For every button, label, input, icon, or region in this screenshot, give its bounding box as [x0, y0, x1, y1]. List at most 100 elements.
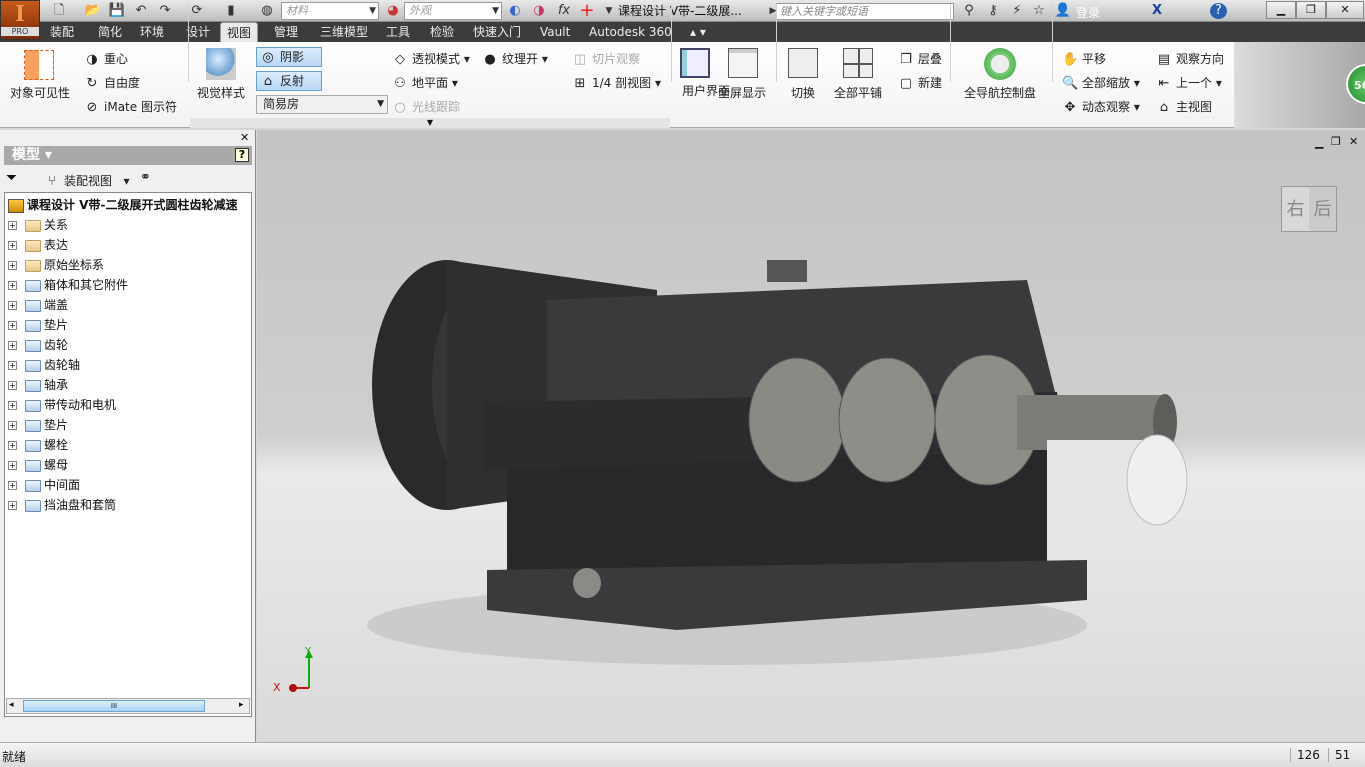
- redo-icon[interactable]: ↷: [156, 3, 174, 19]
- imate-glyph-button[interactable]: ⊘ iMate 图示符: [84, 98, 177, 116]
- tab-11[interactable]: Autodesk 360: [583, 22, 678, 42]
- close-button[interactable]: ✕: [1326, 1, 1364, 19]
- expand-icon[interactable]: +: [8, 261, 17, 270]
- expand-icon[interactable]: +: [8, 361, 17, 370]
- tree-item[interactable]: + 轴承: [8, 375, 68, 395]
- expand-icon[interactable]: +: [8, 461, 17, 470]
- help-search-input[interactable]: 键入关键字或短语: [776, 3, 954, 20]
- tab-4[interactable]: 视图: [220, 22, 259, 42]
- ribbon-minimize-toggle[interactable]: ▴ ▾: [684, 22, 712, 42]
- panel-expand-arrow[interactable]: ▼: [190, 118, 670, 128]
- tab-6[interactable]: 三维模型: [314, 22, 374, 42]
- zoom-all-button[interactable]: 🔍 全部缩放 ▾: [1062, 74, 1140, 92]
- tree-item[interactable]: + 挡油盘和套筒: [8, 495, 116, 515]
- tree-item[interactable]: + 齿轮: [8, 335, 68, 355]
- browser-header[interactable]: 模型 ▾?: [4, 146, 252, 165]
- look-at-button[interactable]: ▤ 观察方向: [1156, 50, 1224, 68]
- expand-icon[interactable]: +: [8, 281, 17, 290]
- shadows-toggle[interactable]: ◎ 阴影: [256, 47, 322, 67]
- adjust-appearance-icon[interactable]: ◐: [506, 3, 524, 19]
- new-window-button[interactable]: ▢ 新建: [898, 74, 942, 92]
- view-selector-dropdown[interactable]: ⑂ 装配视图 ▾: [44, 172, 129, 190]
- find-binoculars-icon[interactable]: ⚭: [140, 170, 151, 185]
- plus-icon[interactable]: +: [578, 2, 596, 20]
- scroll-thumb[interactable]: III: [23, 700, 205, 712]
- tab-1[interactable]: 简化: [92, 22, 128, 42]
- tree-item[interactable]: + 螺栓: [8, 435, 68, 455]
- ground-plane-button[interactable]: ⚇ 地平面 ▾: [392, 74, 458, 92]
- tree-item[interactable]: + 螺母: [8, 455, 68, 475]
- clear-appearance-icon[interactable]: ◑: [530, 3, 548, 19]
- object-visibility-button[interactable]: 对象可见性: [10, 84, 70, 101]
- new-file-icon[interactable]: 🗋: [50, 3, 68, 19]
- previous-view-button[interactable]: ⇤ 上一个 ▾: [1156, 74, 1222, 92]
- satellite-icon[interactable]: ⚡: [1008, 3, 1026, 19]
- tab-7[interactable]: 工具: [380, 22, 416, 42]
- binoculars-icon[interactable]: ⚲: [960, 3, 978, 19]
- filter-icon[interactable]: ⏷: [6, 170, 17, 186]
- appearance-combo[interactable]: 外观 ▼: [404, 2, 502, 20]
- viewcube[interactable]: 右后: [1281, 186, 1337, 232]
- visual-style-button[interactable]: 视觉样式: [197, 84, 245, 101]
- fullscreen-button[interactable]: 全屏显示: [718, 84, 766, 101]
- switch-window-button[interactable]: 切换: [791, 84, 815, 101]
- undo-icon[interactable]: ↶: [132, 3, 150, 19]
- expand-icon[interactable]: +: [8, 501, 17, 510]
- tree-item[interactable]: + 垫片: [8, 415, 68, 435]
- tab-5[interactable]: 管理: [268, 22, 304, 42]
- user-icon[interactable]: 👤: [1054, 3, 1072, 19]
- viewcube-back-face[interactable]: 后: [1314, 187, 1332, 231]
- horizontal-scrollbar[interactable]: ◂ III ▸: [6, 698, 250, 714]
- restore-button[interactable]: ❐: [1296, 1, 1326, 19]
- environment-select[interactable]: 简易房 ▼: [256, 95, 388, 114]
- exchange-x-icon[interactable]: X: [1148, 3, 1166, 19]
- texture-button[interactable]: ● 纹理开 ▾: [482, 50, 548, 68]
- application-menu-button[interactable]: I PRO: [0, 0, 40, 40]
- viewport-minimize-button[interactable]: ▁: [1315, 136, 1323, 149]
- viewport-close-button[interactable]: ✕: [1349, 135, 1358, 148]
- cascade-button[interactable]: ❐ 层叠: [898, 50, 942, 68]
- tree-item[interactable]: + 中间面: [8, 475, 80, 495]
- customize-dropdown-icon[interactable]: ▼: [600, 3, 618, 19]
- dof-button[interactable]: ↻ 自由度: [84, 74, 140, 92]
- material-combo[interactable]: 材料 ▼: [281, 2, 379, 20]
- tab-0[interactable]: 装配: [44, 22, 80, 42]
- save-icon[interactable]: 💾: [108, 3, 126, 19]
- login-link[interactable]: 登录: [1076, 4, 1100, 21]
- fx-icon[interactable]: fx: [555, 3, 573, 19]
- key-icon[interactable]: ⚷: [984, 3, 1002, 19]
- minimize-button[interactable]: ▁: [1266, 1, 1296, 19]
- slice-graphics-button[interactable]: ◫ 切片观察: [572, 50, 640, 68]
- quarter-section-button[interactable]: ⊞ 1/4 剖视图 ▾: [572, 74, 661, 92]
- expand-icon[interactable]: +: [8, 421, 17, 430]
- material-icon[interactable]: ◍: [258, 3, 276, 19]
- tree-item[interactable]: + 原始坐标系: [8, 255, 104, 275]
- graphics-viewport[interactable]: ▁ ❐ ✕ 右后 Y X: [257, 130, 1365, 742]
- update-icon[interactable]: ⟳: [188, 3, 206, 19]
- tab-2[interactable]: 环境: [134, 22, 170, 42]
- expand-icon[interactable]: +: [8, 221, 17, 230]
- expand-icon[interactable]: +: [8, 341, 17, 350]
- help-icon[interactable]: ?: [1210, 3, 1227, 19]
- tree-item[interactable]: + 关系: [8, 215, 68, 235]
- home-view-button[interactable]: ⌂ 主视图: [1156, 98, 1212, 116]
- full-navigation-wheel-button[interactable]: 全导航控制盘: [964, 84, 1036, 101]
- expand-icon[interactable]: +: [8, 321, 17, 330]
- scroll-left-arrow[interactable]: ◂: [9, 700, 14, 710]
- center-of-gravity-button[interactable]: ◑ 重心: [84, 50, 128, 68]
- help-icon[interactable]: ?: [235, 148, 249, 162]
- tree-item[interactable]: + 箱体和其它附件: [8, 275, 128, 295]
- tab-9[interactable]: 快速入门: [467, 22, 527, 42]
- orbit-button[interactable]: ✥ 动态观察 ▾: [1062, 98, 1140, 116]
- close-panel-icon[interactable]: ✕: [240, 131, 249, 144]
- pan-button[interactable]: ✋ 平移: [1062, 50, 1106, 68]
- tab-3[interactable]: 设计: [180, 22, 216, 42]
- expand-icon[interactable]: +: [8, 441, 17, 450]
- tab-8[interactable]: 检验: [424, 22, 460, 42]
- tab-10[interactable]: Vault: [534, 22, 576, 42]
- expand-icon[interactable]: +: [8, 401, 17, 410]
- tile-all-button[interactable]: 全部平铺: [834, 84, 882, 101]
- open-icon[interactable]: 📂: [84, 3, 102, 19]
- tree-item[interactable]: + 带传动和电机: [8, 395, 116, 415]
- expand-icon[interactable]: +: [8, 301, 17, 310]
